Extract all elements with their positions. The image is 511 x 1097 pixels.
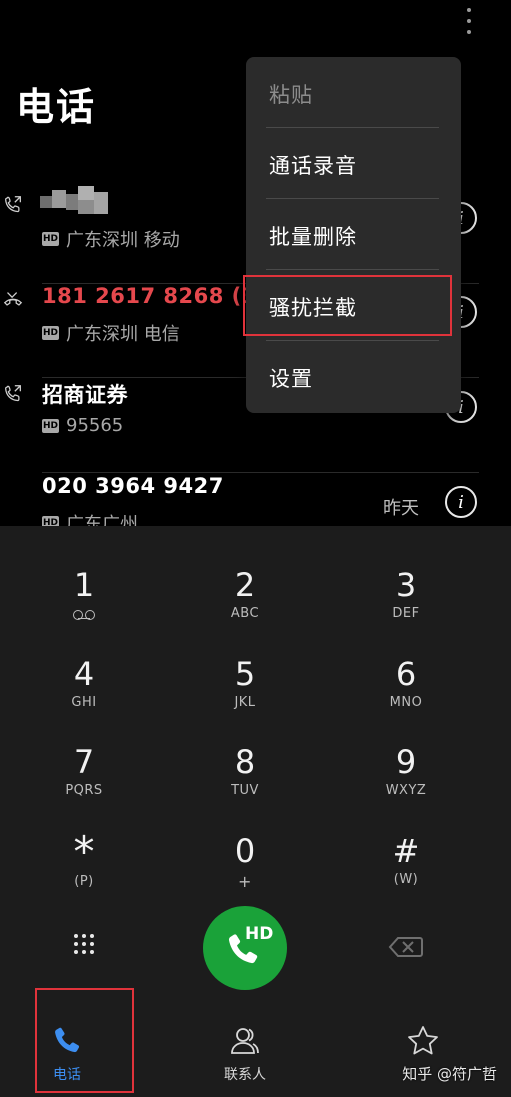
star-icon: [408, 1026, 438, 1055]
call-location: HD 广东深圳 电信: [42, 320, 180, 346]
page-title: 电话: [16, 85, 97, 129]
hd-badge: HD: [42, 326, 59, 340]
call-location-text: 广东广州: [66, 514, 138, 526]
menu-item-settings[interactable]: 设置: [246, 341, 461, 412]
key-3[interactable]: 3 DEF: [336, 566, 476, 648]
hd-badge: HD: [42, 418, 59, 433]
key-digit: 2: [234, 566, 256, 604]
key-letters: PQRS: [65, 783, 103, 798]
key-digit: 9: [395, 743, 417, 781]
call-location-text: 广东深圳 电信: [66, 324, 180, 345]
key-digit: 8: [234, 743, 256, 781]
key-letters: JKL: [234, 695, 256, 710]
call-location: HD 95565: [42, 415, 123, 436]
menu-item-label: 粘贴: [269, 83, 313, 107]
highlight-box: [243, 275, 452, 336]
more-options-icon[interactable]: [458, 4, 480, 38]
key-2[interactable]: 2 ABC: [175, 566, 315, 648]
key-9[interactable]: 9 WXYZ: [336, 743, 476, 825]
menu-item-label: 批量删除: [269, 225, 357, 249]
backspace-icon[interactable]: [388, 935, 424, 959]
overflow-menu: 粘贴 通话录音 批量删除 骚扰拦截 设置: [246, 57, 461, 413]
menu-item-label: 通话录音: [269, 154, 357, 178]
call-button[interactable]: HD: [203, 906, 287, 990]
key-digit: #: [392, 832, 420, 870]
key-5[interactable]: 5 JKL: [175, 655, 315, 737]
key-letters: WXYZ: [385, 783, 427, 798]
key-digit: 7: [73, 743, 95, 781]
key-6[interactable]: 6 MNO: [336, 655, 476, 737]
hide-dialpad-icon[interactable]: [72, 932, 96, 956]
menu-item-call-recording[interactable]: 通话录音: [246, 128, 461, 199]
call-location-text: 95565: [66, 415, 124, 436]
menu-item-label: 设置: [269, 367, 313, 391]
nav-contacts[interactable]: 联系人: [190, 1024, 300, 1094]
watermark: 知乎 @符广哲: [402, 1065, 497, 1083]
contact-name-blurred: [40, 186, 114, 220]
key-digit: 1: [73, 566, 95, 604]
key-letters: +: [238, 872, 252, 891]
key-0[interactable]: 0 +: [175, 832, 315, 914]
hd-badge: HD: [42, 232, 59, 246]
key-letters: DEF: [392, 606, 420, 621]
info-icon[interactable]: i: [445, 486, 477, 518]
menu-item-paste[interactable]: 粘贴: [246, 57, 461, 128]
key-digit: *: [73, 827, 95, 876]
key-star[interactable]: * (P): [14, 827, 154, 914]
key-digit: 6: [395, 655, 417, 693]
key-letters: (P): [74, 874, 94, 889]
call-log-row[interactable]: 020 3964 9427 HD 广东广州 昨天 i: [0, 474, 511, 526]
key-8[interactable]: 8 TUV: [175, 743, 315, 825]
contact-name: 181 2617 8268 (3): [42, 284, 267, 308]
call-location: HD 广东广州: [42, 510, 138, 526]
key-digit: 3: [395, 566, 417, 604]
contact-name: 020 3964 9427: [42, 474, 224, 498]
key-letters: (W): [393, 872, 419, 887]
key-1[interactable]: 1: [14, 566, 154, 648]
key-letters: TUV: [231, 783, 259, 798]
key-letters: ABC: [230, 606, 260, 621]
key-digit: 4: [73, 655, 95, 693]
hd-badge: HD: [42, 516, 59, 526]
contacts-icon: [231, 1028, 259, 1054]
highlight-box: [35, 988, 134, 1093]
key-digit: 0: [234, 832, 256, 870]
key-hash[interactable]: # (W): [336, 832, 476, 914]
key-7[interactable]: 7 PQRS: [14, 743, 154, 825]
contact-name: 招商证券: [42, 383, 128, 407]
divider: [42, 472, 479, 473]
key-digit: 5: [234, 655, 256, 693]
call-location: HD 广东深圳 移动: [42, 226, 180, 252]
outgoing-call-icon: [5, 196, 21, 213]
nav-label: 联系人: [224, 1067, 266, 1083]
key-4[interactable]: 4 GHI: [14, 655, 154, 737]
menu-item-batch-delete[interactable]: 批量删除: [246, 199, 461, 270]
call-location-text: 广东深圳 移动: [66, 230, 180, 251]
outgoing-call-icon: [5, 385, 21, 402]
call-time: 昨天: [383, 498, 419, 519]
missed-call-icon: [3, 292, 23, 306]
key-letters: MNO: [389, 695, 423, 710]
key-letters: GHI: [71, 695, 97, 710]
phone-icon: [228, 934, 258, 964]
voicemail-icon: [73, 610, 95, 620]
